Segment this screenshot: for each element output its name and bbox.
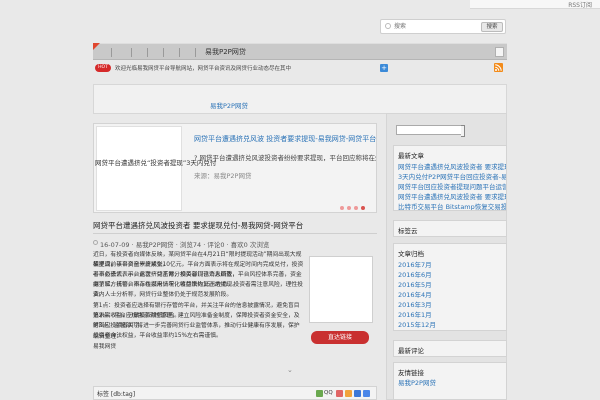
slider-dot[interactable] — [340, 206, 344, 210]
widget-title: 最新评论 — [398, 347, 424, 355]
widget-link[interactable]: 比特币交易平台 Bitstamp恢复交易投资者需谨慎对待风险 — [398, 201, 506, 210]
expand-more-icon[interactable]: ⌄ — [287, 366, 293, 374]
widget-recent-comments: 最新评论 — [393, 340, 507, 357]
article-paragraph: 业内人士分析称，网贷行业整体仍处于规范发展阶段。 — [93, 292, 233, 298]
tag-label[interactable]: 标签 [db:tag] — [97, 389, 135, 398]
widget-link[interactable]: 网贷平台回应投资者提现问题平台运营正常-易我网贷-网贷 — [398, 181, 506, 191]
divider — [93, 233, 377, 234]
sidebar-search-input[interactable] — [396, 125, 462, 135]
share-more-icon[interactable] — [363, 390, 370, 397]
slider-dot-active[interactable] — [361, 206, 365, 210]
archive-link[interactable]: 2016年5月 — [398, 279, 432, 289]
archive-link[interactable]: 2016年7月 — [398, 259, 432, 269]
top-rss-strip: RSS订阅 — [470, 0, 600, 9]
widget-title: 文章归档 — [398, 250, 424, 258]
direct-link-button[interactable]: 直达链接 — [311, 331, 369, 344]
search-box: 搜索 — [380, 19, 506, 34]
nav-end-box — [495, 47, 504, 57]
expand-plus-icon[interactable]: + — [380, 64, 388, 72]
slider-dot[interactable] — [354, 206, 358, 210]
widget-archive: 文章归档 2016年7月 2016年6月 2016年5月 2016年4月 201… — [393, 243, 507, 331]
share-qzone-icon[interactable] — [345, 390, 352, 397]
archive-link[interactable]: 2016年4月 — [398, 289, 432, 299]
nav-separator — [131, 48, 132, 57]
search-button[interactable]: 搜索 — [481, 22, 503, 32]
search-input[interactable] — [394, 22, 454, 31]
slider-image[interactable]: 网贷平台遭遇挤兑“投资者提现”3天内兑付 — [95, 126, 216, 211]
widget-title: 标签云 — [398, 227, 418, 235]
rss-link[interactable]: RSS订阅 — [568, 0, 592, 9]
banner-link[interactable]: 易我P2P网贷 — [210, 100, 248, 110]
tag-bar: 标签 [db:tag] QQ — [93, 386, 377, 400]
widget-recent-posts: 最新文章 网贷平台遭遇挤兑风波投资者 要求提现兑付-易我网贷- 3天内兑付P2P… — [393, 145, 507, 211]
share-weibo-icon[interactable] — [336, 390, 343, 397]
slider-dot[interactable] — [347, 206, 351, 210]
widget-title: 友情链接 — [398, 369, 424, 377]
featured-slider: 网贷平台遭遇挤兑“投资者提现”3天内兑付 网贷平台遭遇挤兑风波 投资者要求提现-… — [93, 123, 377, 213]
nav-separator — [111, 48, 112, 57]
nav-separator — [179, 48, 180, 57]
search-icon — [385, 23, 391, 29]
share-wechat-icon[interactable] — [316, 390, 323, 397]
nav-separator — [195, 48, 196, 57]
article-thumbnail[interactable] — [309, 256, 373, 323]
archive-link[interactable]: 2015年12月 — [398, 319, 436, 329]
nav-corner-ribbon — [93, 43, 100, 50]
slider-title[interactable]: 网贷平台遭遇挤兑风波 投资者要求提现-易我网贷-网贷平台 — [194, 134, 376, 144]
sidebar-search-button[interactable] — [461, 125, 465, 137]
article-paragraph: 易我网贷 — [93, 344, 117, 350]
nav-separator — [147, 48, 148, 57]
archive-link[interactable]: 2016年3月 — [398, 299, 432, 309]
article-paragraph: 编辑整理： — [93, 334, 122, 340]
widget-link[interactable]: 3天内兑付P2P网贷平台回应投资者-易我网贷-网贷平台 — [398, 171, 506, 181]
rss-icon[interactable] — [494, 63, 503, 72]
slider-summary: ? 网贷平台遭遇挤兑风波投资者纷纷要求提现，平台回应称将在规定时间内完成兑付，投… — [194, 154, 376, 162]
widget-friend-links: 友情链接 易我P2P网贷 — [393, 362, 507, 400]
share-qq-label[interactable]: QQ — [324, 390, 333, 396]
widget-title: 最新文章 — [398, 152, 424, 160]
widget-link[interactable]: 网贷平台遭遇挤兑风波投资者 要求提现兑付-易我网贷- — [398, 161, 506, 171]
widget-tag-cloud: 标签云 — [393, 220, 507, 237]
banner-area — [93, 84, 507, 114]
widget-link[interactable]: 网贷平台遭遇挤兑风波投资者 要求提现兑付-易我网贷-网贷 — [398, 191, 506, 201]
main-nav: 易我P2P网贷 — [93, 43, 507, 60]
article-title[interactable]: 网贷平台遭遇挤兑风波投资者 要求提现兑付-易我网贷-网贷平台 — [93, 220, 303, 231]
archive-link[interactable]: 2016年6月 — [398, 269, 432, 279]
ticker-text[interactable]: 欢迎光临易我网贷平台导航网站，网贷平台资讯及网贷行业动态尽在其中 — [115, 64, 291, 72]
nav-item-brand[interactable]: 易我P2P网贷 — [205, 44, 246, 61]
hot-badge: HOT — [95, 64, 111, 72]
share-renren-icon[interactable] — [354, 390, 361, 397]
friend-link[interactable]: 易我P2P网贷 — [398, 377, 436, 387]
slider-source: 来源：易我P2P网贷 — [194, 172, 252, 180]
clock-icon — [93, 240, 98, 245]
nav-separator — [163, 48, 164, 57]
archive-link[interactable]: 2016年1月 — [398, 309, 432, 319]
article-meta: 16-07-09 · 易我P2P网贷 · 浏览74 · 评论0 · 喜欢0 次浏… — [100, 241, 270, 249]
